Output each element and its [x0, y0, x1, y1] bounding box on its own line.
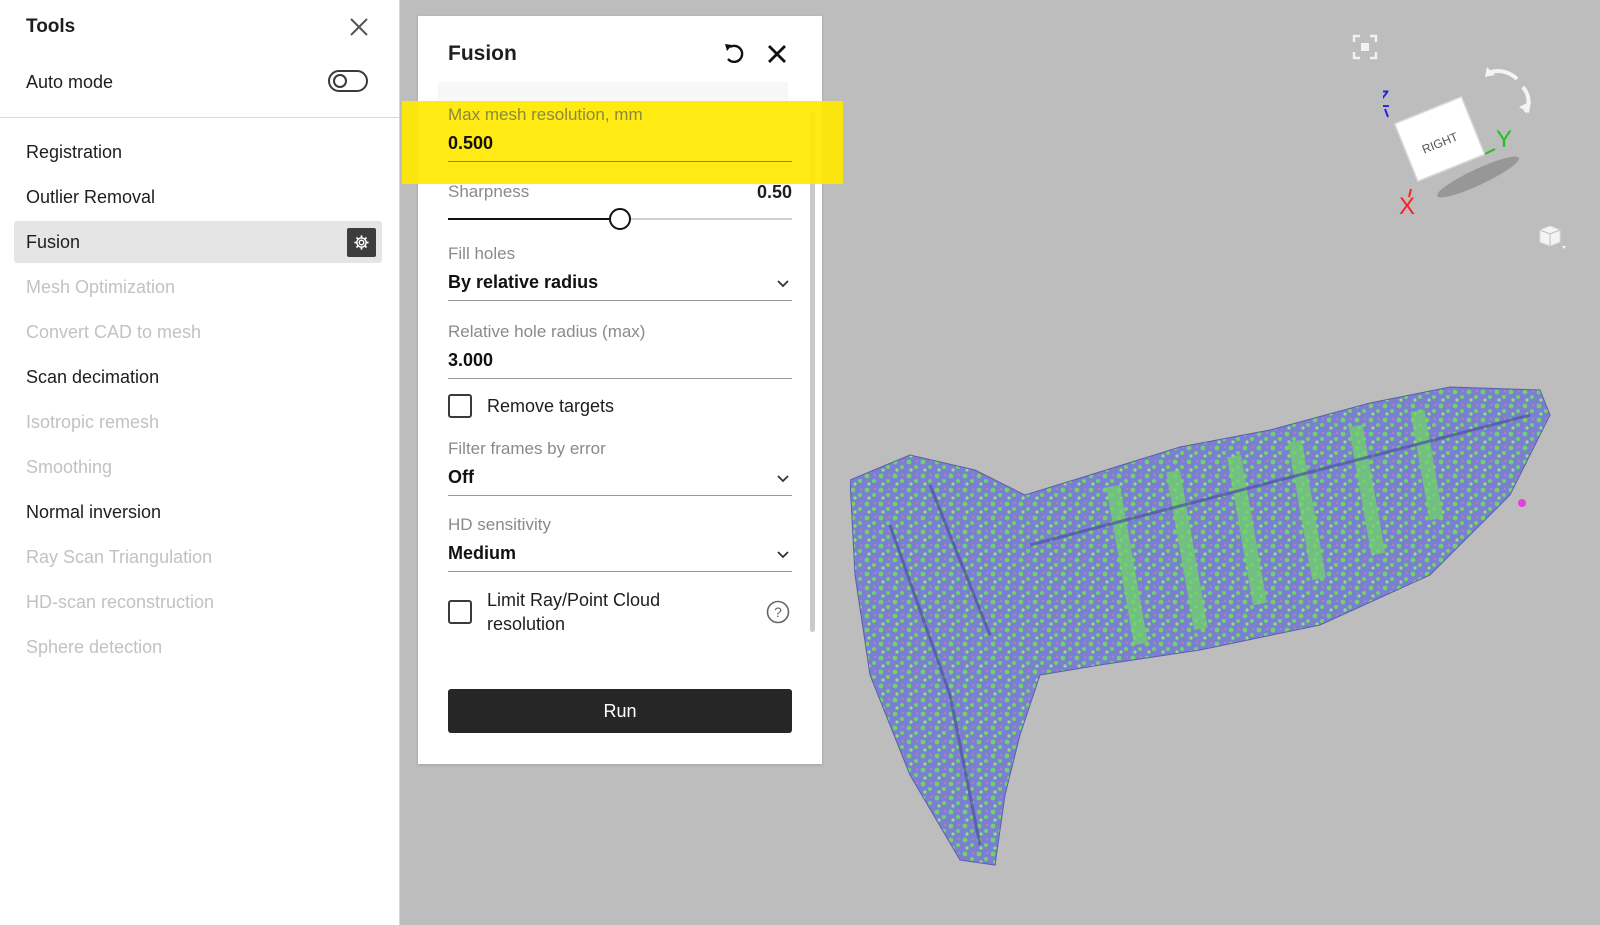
tool-item-hd-scan-reconstruction: HD-scan reconstruction — [14, 581, 382, 623]
svg-text:?: ? — [774, 604, 782, 620]
hd-sensitivity-label: HD sensitivity — [448, 515, 551, 534]
axis-x-label: X — [1399, 193, 1415, 217]
fill-holes-value: By relative radius — [448, 272, 599, 292]
tool-item-label: Convert CAD to mesh — [26, 322, 202, 342]
filter-frames-value: Off — [448, 467, 474, 487]
help-icon[interactable]: ? — [766, 600, 790, 624]
tool-item-label: Outlier Removal — [26, 187, 156, 207]
divider — [0, 117, 399, 118]
remove-targets-checkbox[interactable] — [448, 394, 472, 418]
panel-scrollbar[interactable] — [810, 112, 815, 632]
limit-resolution-checkbox[interactable] — [448, 600, 472, 624]
view-mode-cube-icon[interactable] — [1538, 222, 1568, 252]
tool-item-normal-inversion[interactable]: Normal inversion — [14, 491, 382, 533]
chevron-down-icon — [777, 551, 789, 559]
view-cube-widget[interactable]: RIGHT Z Y X — [1383, 57, 1543, 217]
tool-item-label: Sphere detection — [26, 637, 163, 657]
tool-item-label: HD-scan reconstruction — [26, 592, 215, 612]
auto-mode-label: Auto mode — [26, 72, 114, 92]
limit-resolution-row: Limit Ray/Point Cloud resolution ? — [448, 588, 792, 638]
gear-icon — [354, 235, 369, 250]
tool-list: Registration Outlier Removal Fusion Mesh… — [14, 131, 382, 671]
tool-item-label: Registration — [26, 142, 123, 162]
close-icon[interactable] — [763, 40, 791, 68]
chevron-down-icon — [777, 475, 789, 483]
slider-thumb[interactable] — [609, 208, 631, 230]
tool-item-label: Normal inversion — [26, 502, 162, 522]
panel-title: Fusion — [448, 42, 517, 65]
tool-item-label: Fusion — [26, 232, 81, 252]
chevron-down-icon — [777, 280, 789, 288]
tool-item-label: Isotropic remesh — [26, 412, 160, 432]
max-mesh-resolution-field[interactable]: Max mesh resolution, mm 0.500 — [448, 105, 792, 162]
max-mesh-resolution-value[interactable]: 0.500 — [448, 133, 792, 162]
tool-item-isotropic-remesh: Isotropic remesh — [14, 401, 382, 443]
tool-item-mesh-optimization: Mesh Optimization — [14, 266, 382, 308]
tools-title: Tools — [26, 16, 76, 37]
tool-item-smoothing: Smoothing — [14, 446, 382, 488]
axis-z-label: Z — [1383, 86, 1390, 113]
tool-item-ray-scan-triangulation: Ray Scan Triangulation — [14, 536, 382, 578]
slider-fill — [448, 218, 620, 220]
toggle-knob — [333, 74, 347, 88]
tool-item-fusion[interactable]: Fusion — [14, 221, 382, 263]
tool-item-label: Scan decimation — [26, 367, 160, 387]
hd-sensitivity-select[interactable]: HD sensitivity Medium — [448, 515, 792, 572]
hd-sensitivity-value: Medium — [448, 543, 517, 563]
filter-frames-select[interactable]: Filter frames by error Off — [448, 439, 792, 496]
relative-hole-radius-value[interactable]: 3.000 — [448, 350, 792, 379]
limit-resolution-label-line1: Limit Ray/Point Cloud — [487, 590, 661, 610]
tools-panel: Tools Auto mode Registration Outlier Rem… — [0, 0, 400, 925]
run-button[interactable]: Run — [448, 689, 792, 733]
sharpness-value: 0.50 — [756, 182, 792, 202]
fusion-settings-button[interactable] — [347, 228, 376, 257]
reset-icon[interactable] — [721, 40, 749, 68]
sharpness-label: Sharpness — [448, 182, 530, 201]
tool-item-label: Smoothing — [26, 457, 113, 477]
fit-view-icon[interactable] — [1352, 34, 1378, 60]
sharpness-slider-row: Sharpness 0.50 — [448, 182, 792, 230]
relative-hole-radius-label: Relative hole radius (max) — [448, 322, 646, 341]
remove-targets-label: Remove targets — [487, 396, 615, 416]
close-icon[interactable] — [346, 14, 372, 40]
tool-item-outlier-removal[interactable]: Outlier Removal — [14, 176, 382, 218]
scan-mesh-model[interactable] — [850, 375, 1580, 885]
tool-item-registration[interactable]: Registration — [14, 131, 382, 173]
tool-item-convert-cad: Convert CAD to mesh — [14, 311, 382, 353]
relative-hole-radius-field[interactable]: Relative hole radius (max) 3.000 — [448, 322, 792, 379]
limit-resolution-label: Limit Ray/Point Cloud resolution — [487, 588, 660, 636]
sharpness-slider[interactable] — [448, 208, 792, 230]
tool-item-sphere-detection: Sphere detection — [14, 626, 382, 668]
filter-frames-label: Filter frames by error — [448, 439, 606, 458]
tool-item-label: Ray Scan Triangulation — [26, 547, 213, 567]
fill-holes-select[interactable]: Fill holes By relative radius — [448, 244, 792, 301]
tool-item-scan-decimation[interactable]: Scan decimation — [14, 356, 382, 398]
limit-resolution-label-line2: resolution — [487, 614, 566, 634]
max-mesh-resolution-label: Max mesh resolution, mm — [448, 105, 643, 124]
tool-item-label: Mesh Optimization — [26, 277, 176, 297]
fill-holes-label: Fill holes — [448, 244, 516, 263]
axis-y-label: Y — [1496, 126, 1512, 153]
auto-mode-toggle[interactable] — [328, 70, 368, 92]
